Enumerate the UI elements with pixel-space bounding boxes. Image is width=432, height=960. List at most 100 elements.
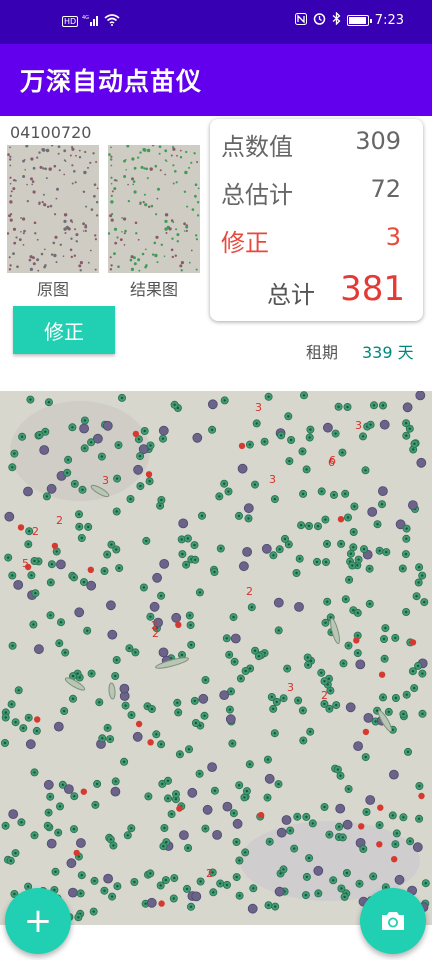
cell-marker-core [287, 415, 290, 418]
cell-marker-core [374, 720, 377, 723]
result-image-thumbnail[interactable] [108, 145, 200, 273]
thumb-cell [186, 205, 189, 208]
thumb-cell [190, 161, 193, 164]
thumb-cell [38, 201, 41, 205]
cell-marker-core [225, 883, 229, 887]
cell-marker-core [272, 554, 275, 557]
thumb-cell [22, 232, 25, 235]
cell-marker-core [83, 419, 87, 422]
micrograph-image: 333623252263222 [0, 391, 432, 925]
thumb-cell [8, 256, 11, 259]
cell-marker-core [345, 871, 349, 875]
thumb-cell [130, 255, 134, 259]
cell-marker-core [45, 495, 49, 498]
cell-marker-core [46, 824, 49, 827]
cell-marker-core [238, 894, 241, 897]
correction-label: 修正 [221, 229, 269, 257]
cell-marker-core [47, 401, 51, 404]
cell-marker-core [80, 536, 84, 540]
cell-marker-core [144, 902, 147, 905]
cell-marker-core [114, 674, 117, 678]
cell-marker-core [372, 875, 375, 878]
thumb-cell [9, 176, 12, 179]
cell-marker-core [199, 880, 202, 883]
thumb-cell [127, 183, 129, 186]
thumb-cell [145, 167, 148, 171]
thumb-cell [176, 240, 179, 243]
thumb-cell [135, 232, 138, 235]
cell-marker-core [180, 653, 184, 657]
thumb-cell [24, 169, 27, 171]
fix-button[interactable]: 修正 [13, 306, 115, 354]
thumb-cell [26, 183, 28, 186]
original-image-label: 原图 [36, 280, 69, 299]
thumb-cell [150, 204, 154, 208]
cell-marker-core [33, 771, 36, 774]
cell-marker [212, 829, 223, 840]
red-marker [145, 471, 153, 478]
cell-marker-core [10, 703, 13, 706]
cell-marker-core [347, 578, 351, 581]
cell-marker-core [334, 432, 337, 435]
cell-marker [64, 784, 74, 795]
cell-marker-core [376, 523, 379, 526]
cell-marker-core [73, 482, 77, 486]
cell-marker-core [289, 829, 292, 832]
red-marker [87, 566, 95, 573]
thumb-cell [155, 235, 159, 239]
cell-marker-core [228, 708, 232, 711]
cell-marker-core [404, 422, 408, 425]
thumb-cell [171, 237, 174, 240]
cell-marker-core [402, 816, 405, 819]
thumb-cell [92, 152, 95, 155]
cell-marker-core [180, 538, 183, 541]
svg-text:4G: 4G [82, 15, 89, 21]
thumb-cell [144, 265, 147, 269]
thumb-cell [183, 230, 186, 232]
thumb-cell [180, 269, 183, 272]
cell-marker-core [166, 797, 170, 800]
thumb-cell [170, 219, 174, 222]
cell-marker-core [311, 822, 314, 825]
original-image-thumbnail[interactable] [7, 145, 99, 273]
cell-marker-core [415, 595, 418, 598]
cell-marker-core [200, 514, 204, 517]
add-button[interactable]: + [5, 888, 71, 954]
cell-marker-core [378, 549, 381, 552]
camera-button[interactable] [360, 888, 426, 954]
thumb-cell [43, 203, 47, 207]
cell-marker-core [417, 817, 421, 820]
thumb-cell [153, 241, 157, 245]
thumb-cell [164, 219, 168, 223]
cell-marker-core [279, 434, 283, 437]
cell-marker-core [368, 567, 371, 570]
cell-marker [103, 873, 113, 884]
cell-marker-core [101, 737, 104, 740]
thumb-cell [143, 193, 146, 196]
cell-marker-core [93, 879, 96, 883]
cell-marker-core [134, 651, 137, 654]
cell-marker [219, 690, 230, 701]
cell-marker-core [238, 784, 241, 787]
thumb-cell [191, 208, 195, 211]
cell-marker-core [239, 677, 243, 680]
thumb-cell [139, 201, 142, 205]
cell-marker-core [309, 730, 312, 733]
result-micrograph[interactable]: 333623252263222 [0, 391, 432, 925]
cell-marker-core [244, 669, 247, 673]
thumb-cell [54, 235, 58, 239]
cell-marker-core [274, 905, 277, 908]
red-marker [135, 720, 143, 728]
thumb-cell [63, 219, 67, 223]
cell-marker-core [26, 885, 30, 888]
cell-marker-core [61, 783, 64, 786]
count-label: 3 [102, 474, 109, 487]
cell-marker-core [174, 798, 178, 801]
thumb-cell [168, 227, 172, 231]
thumb-cell [78, 149, 81, 152]
count-label: 5 [22, 557, 29, 570]
thumb-cell [45, 177, 48, 180]
thumb-cell [71, 147, 75, 151]
cell-marker-core [347, 644, 350, 647]
cell-marker-core [77, 513, 81, 516]
